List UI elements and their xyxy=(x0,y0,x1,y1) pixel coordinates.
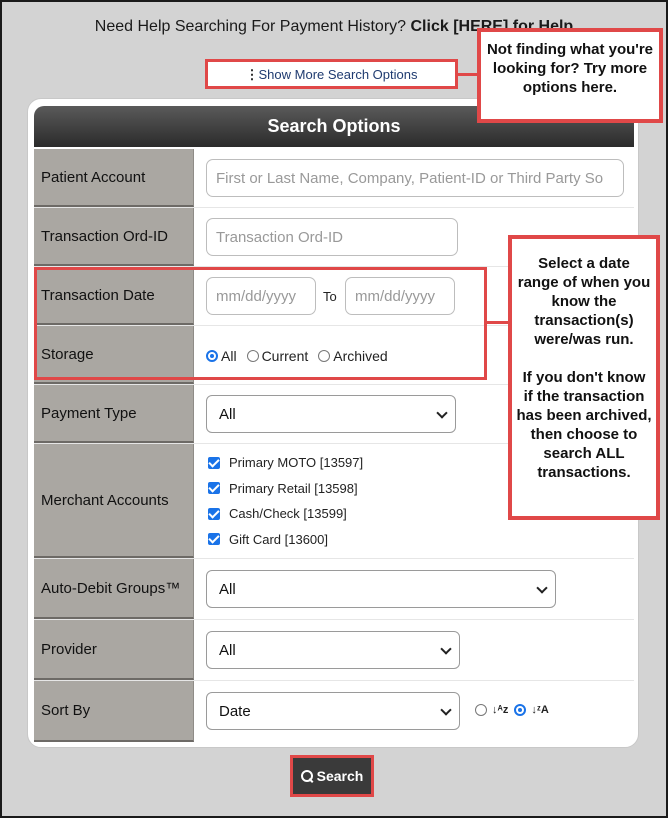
vertical-ellipsis-icon: ⋮ xyxy=(245,66,259,82)
search-icon xyxy=(300,770,313,782)
merchant-account-label: Primary MOTO [13597] xyxy=(229,455,364,471)
transaction-ord-id-label: Transaction Ord-ID xyxy=(34,208,194,266)
transaction-ord-id-placeholder: Transaction Ord-ID xyxy=(216,228,343,246)
show-more-label: Show More Search Options xyxy=(258,66,418,82)
checkbox-checked-icon xyxy=(208,533,220,546)
more-options-callout-text: Not finding what you're looking for? Try… xyxy=(486,41,654,96)
merchant-accounts-list: Primary MOTO [13597] Primary Retail [135… xyxy=(208,450,363,552)
provider-value: All xyxy=(219,641,236,659)
sort-direction-group: ↓ᴬz ↓ᶻA xyxy=(475,704,555,716)
chevron-down-icon xyxy=(440,704,452,716)
checkbox-checked-icon xyxy=(208,507,220,520)
transaction-ord-id-input[interactable]: Transaction Ord-ID xyxy=(206,218,458,256)
auto-debit-groups-label: Auto-Debit Groups™ xyxy=(34,559,194,619)
payment-type-label: Payment Type xyxy=(34,385,194,443)
help-prefix: Need Help Searching For Payment History? xyxy=(94,18,411,35)
merchant-account-item[interactable]: Gift Card [13600] xyxy=(208,527,363,553)
radio-unselected-icon xyxy=(475,704,487,716)
checkbox-checked-icon xyxy=(208,482,220,495)
merchant-account-label: Cash/Check [13599] xyxy=(229,506,347,522)
top-callout-connector xyxy=(456,73,478,76)
sort-by-value: Date xyxy=(219,702,251,720)
more-options-callout: Not finding what you're looking for? Try… xyxy=(477,28,663,123)
checkbox-checked-icon xyxy=(208,456,220,469)
sort-by-select[interactable]: Date xyxy=(206,692,460,730)
auto-debit-groups-value: All xyxy=(219,580,236,598)
provider-label: Provider xyxy=(34,620,194,680)
merchant-account-item[interactable]: Primary Retail [13598] xyxy=(208,476,363,502)
chevron-down-icon xyxy=(440,643,452,655)
payment-type-select[interactable]: All xyxy=(206,395,456,433)
row-provider: Provider All xyxy=(34,620,634,681)
search-button-label: Search xyxy=(316,768,364,784)
archive-callout-text: If you don't know if the transaction has… xyxy=(516,369,652,481)
show-more-search-options-button[interactable]: ⋮ Show More Search Options xyxy=(205,59,458,89)
row-auto-debit-groups: Auto-Debit Groups™ All xyxy=(34,559,634,620)
chevron-down-icon xyxy=(436,407,448,419)
sort-ascending-option[interactable]: ↓ᴬz xyxy=(475,704,508,716)
search-button[interactable]: Search xyxy=(290,755,374,797)
sort-descending-option[interactable]: ↓ᶻA xyxy=(514,703,549,716)
patient-account-input[interactable]: First or Last Name, Company, Patient-ID … xyxy=(206,159,624,197)
row-patient-account: Patient Account First or Last Name, Comp… xyxy=(34,149,634,208)
payment-type-value: All xyxy=(219,405,236,423)
merchant-account-label: Primary Retail [13598] xyxy=(229,480,358,496)
merchant-accounts-label: Merchant Accounts xyxy=(34,444,194,558)
chevron-down-icon xyxy=(536,582,548,594)
date-range-callout-text: Select a date range of when you know the… xyxy=(517,255,651,348)
sort-by-label: Sort By xyxy=(34,681,194,742)
merchant-account-item[interactable]: Cash/Check [13599] xyxy=(208,501,363,527)
patient-account-label: Patient Account xyxy=(34,149,194,207)
patient-account-placeholder: First or Last Name, Company, Patient-ID … xyxy=(216,169,604,187)
sort-ascending-icon: ↓ᴬz xyxy=(492,703,509,716)
merchant-account-label: Gift Card [13600] xyxy=(229,531,328,547)
sort-descending-icon: ↓ᶻA xyxy=(531,703,549,716)
merchant-account-item[interactable]: Primary MOTO [13597] xyxy=(208,450,363,476)
radio-selected-icon xyxy=(514,704,527,716)
right-callout-connector xyxy=(486,321,510,324)
row-sort-by: Sort By Date ↓ᴬz ↓ᶻA xyxy=(34,681,634,742)
date-storage-highlight xyxy=(34,267,487,380)
date-range-callout: Select a date range of when you know the… xyxy=(508,235,660,520)
auto-debit-groups-select[interactable]: All xyxy=(206,570,556,608)
provider-select[interactable]: All xyxy=(206,631,460,669)
